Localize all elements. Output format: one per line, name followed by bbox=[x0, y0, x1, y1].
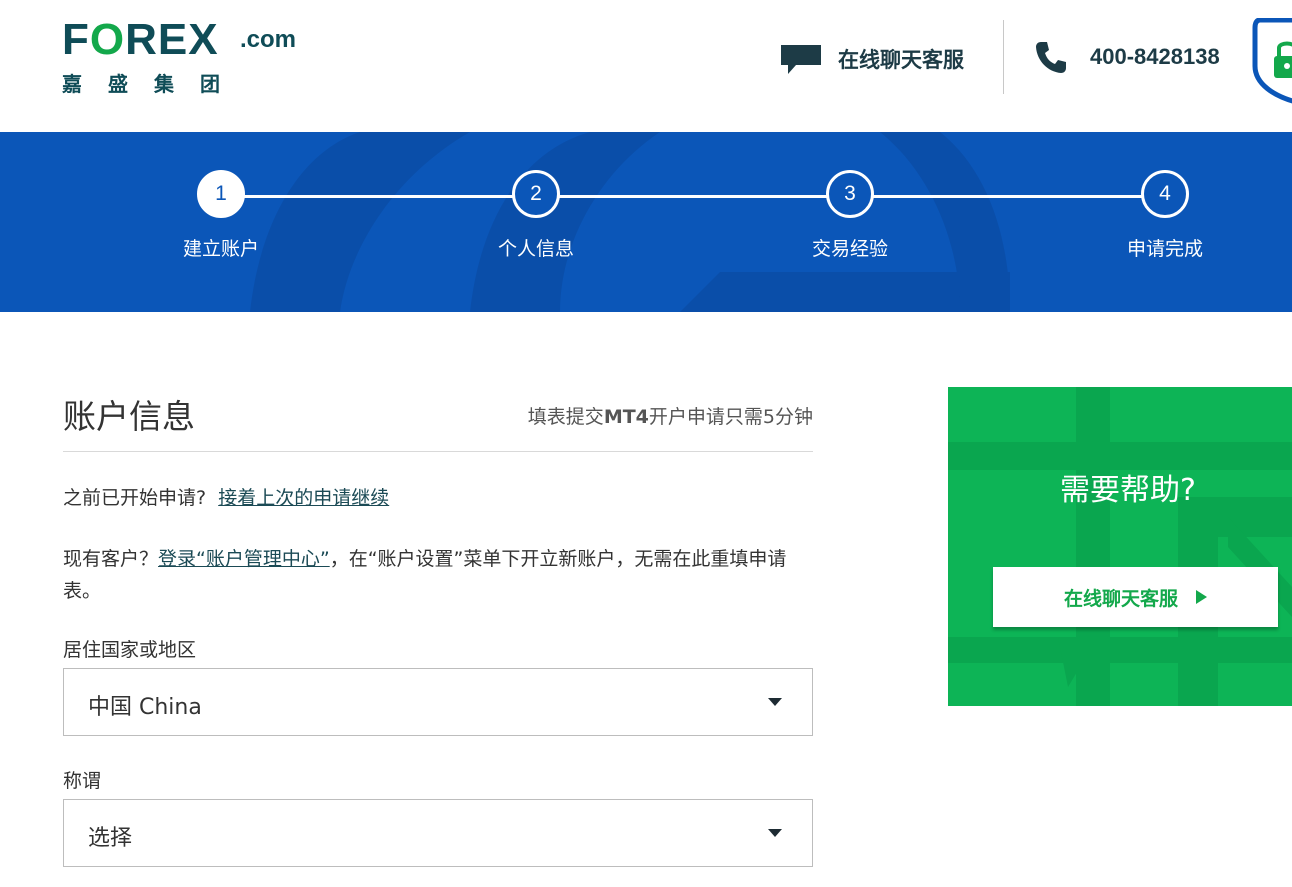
progress-track bbox=[221, 195, 1165, 198]
play-arrow-icon bbox=[1196, 590, 1207, 604]
step-label: 交易经验 bbox=[811, 238, 888, 260]
forex-logo[interactable]: FOREX .com 嘉盛集团 bbox=[62, 18, 322, 98]
client-portal-login-link[interactable]: 登录“账户管理中心” bbox=[158, 548, 330, 570]
chevron-down-icon bbox=[768, 698, 782, 706]
help-panel: 需要帮助? 在线聊天客服 bbox=[948, 387, 1292, 706]
salutation-select[interactable]: 选择 bbox=[63, 799, 813, 867]
site-header: FOREX .com 嘉盛集团 在线聊天客服 400-8428138 bbox=[0, 0, 1292, 132]
live-chat-link[interactable]: 在线聊天客服 bbox=[780, 40, 964, 78]
help-button-label: 在线聊天客服 bbox=[1063, 587, 1178, 610]
step-number: 3 bbox=[826, 170, 874, 218]
step-number: 4 bbox=[1141, 170, 1189, 218]
progress-banner: 1 建立账户 2 个人信息 3 交易经验 4 申请完成 bbox=[0, 132, 1292, 312]
chat-bubble-icon bbox=[780, 43, 822, 75]
help-title: 需要帮助? bbox=[1060, 473, 1196, 508]
progress-step-4: 4 申请完成 bbox=[1085, 170, 1245, 261]
salutation-selected-value: 选择 bbox=[88, 826, 133, 851]
resume-application-link[interactable]: 接着上次的申请继续 bbox=[218, 487, 389, 509]
step-label: 申请完成 bbox=[1126, 238, 1203, 260]
help-live-chat-button[interactable]: 在线聊天客服 bbox=[993, 567, 1278, 627]
step-label: 建立账户 bbox=[182, 238, 259, 260]
step-number: 1 bbox=[197, 170, 245, 218]
step-label: 个人信息 bbox=[497, 238, 574, 260]
progress-step-2: 2 个人信息 bbox=[456, 170, 616, 261]
form-title: 账户信息 bbox=[63, 397, 195, 436]
phone-icon bbox=[1034, 40, 1068, 74]
country-select[interactable]: 中国 China bbox=[63, 668, 813, 736]
live-chat-label: 在线聊天客服 bbox=[838, 48, 964, 72]
step-number: 2 bbox=[512, 170, 560, 218]
progress-step-1: 1 建立账户 bbox=[141, 170, 301, 261]
country-selected-value: 中国 China bbox=[88, 695, 202, 720]
logo-dotcom: .com bbox=[240, 26, 297, 53]
form-time-note: 填表提交MT4开户申请只需5分钟 bbox=[527, 406, 813, 428]
logo-wordmark: FOREX bbox=[62, 15, 219, 64]
chevron-down-icon bbox=[768, 829, 782, 837]
resume-application-text: 之前已开始申请? 接着上次的申请继续 bbox=[63, 487, 390, 509]
header-divider bbox=[1003, 20, 1004, 94]
lock-shield-icon bbox=[1252, 17, 1292, 104]
help-background-graphic bbox=[948, 387, 1292, 706]
progress-step-3: 3 交易经验 bbox=[770, 170, 930, 261]
phone-number: 400-8428138 bbox=[1090, 44, 1220, 69]
phone-link[interactable]: 400-8428138 bbox=[1034, 40, 1220, 74]
existing-client-text: 现有客户？登录“账户管理中心”，在“账户设置”菜单下开立新账户，无需在此重填申请… bbox=[63, 548, 787, 602]
logo-subtitle: 嘉盛集团 bbox=[62, 72, 246, 96]
country-label: 居住国家或地区 bbox=[63, 639, 197, 661]
salutation-label: 称谓 bbox=[63, 770, 102, 792]
title-divider bbox=[63, 451, 813, 452]
